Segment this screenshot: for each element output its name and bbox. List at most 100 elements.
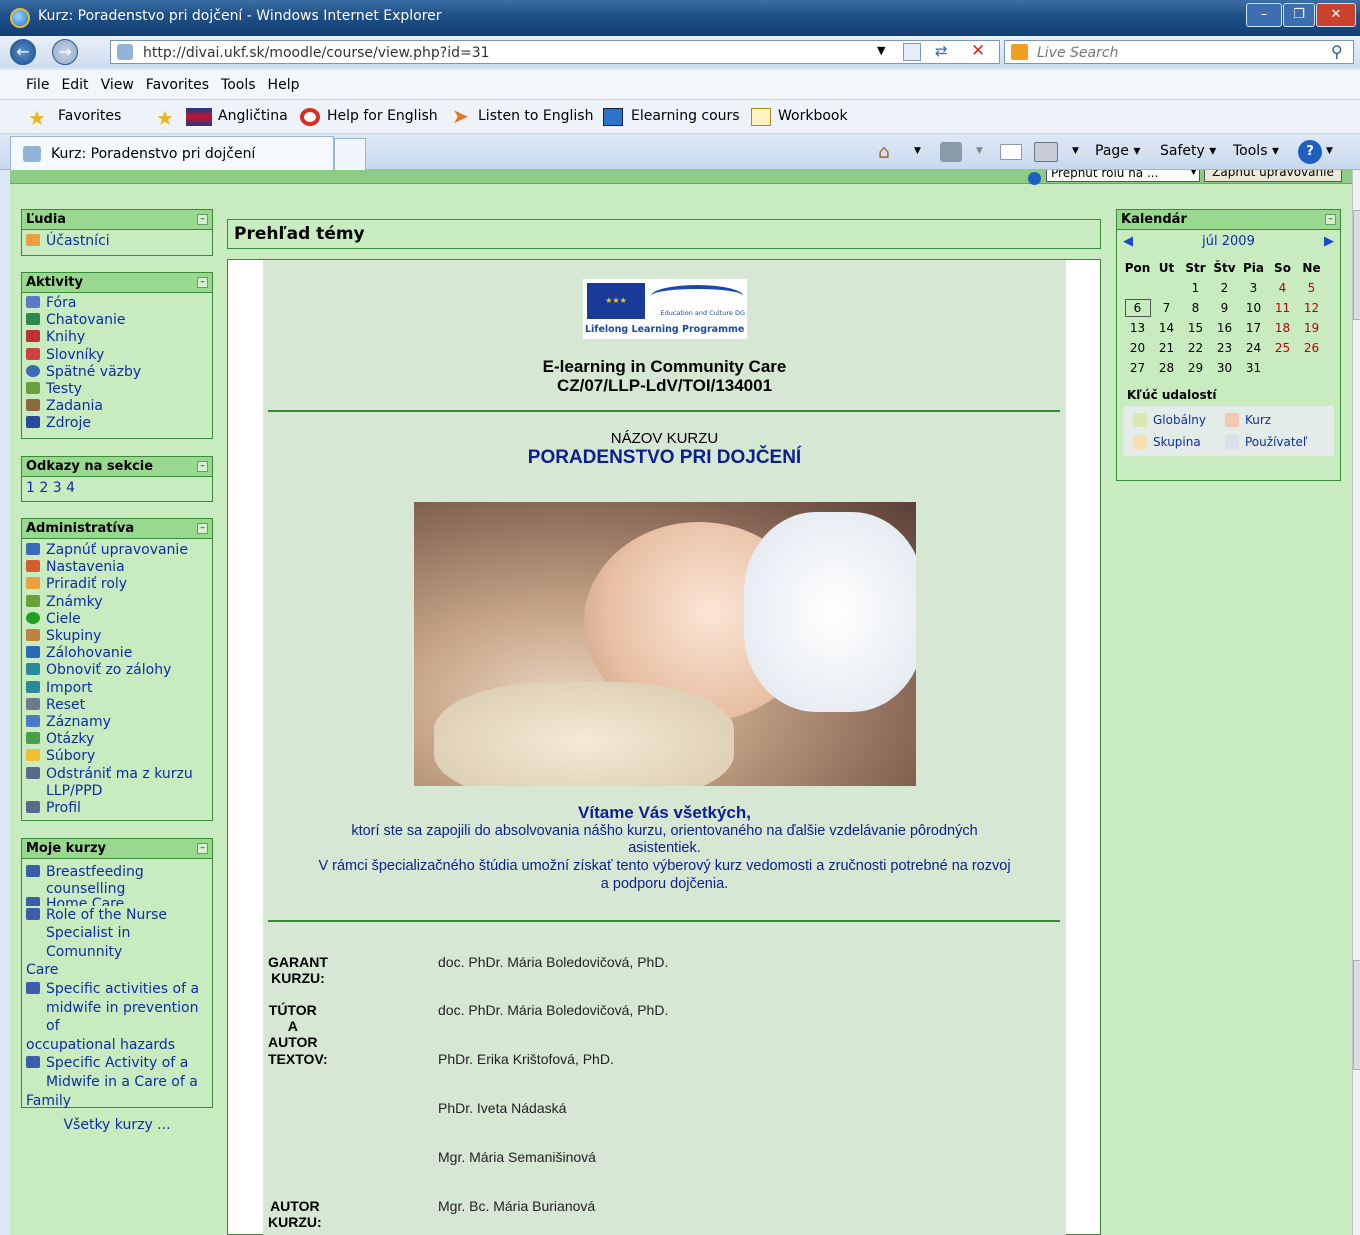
close-button[interactable]: ✕ <box>1316 3 1356 27</box>
scrollbar-thumb-lower[interactable] <box>1353 960 1360 1070</box>
calendar-day[interactable]: 15 <box>1181 318 1210 338</box>
collapse-icon[interactable]: – <box>197 461 208 472</box>
home-dropdown-icon[interactable]: ▼ <box>914 146 921 156</box>
calendar-day-weekend[interactable]: 25 <box>1268 338 1297 358</box>
collapse-icon[interactable]: – <box>197 277 208 288</box>
compat-view-icon[interactable] <box>903 43 921 61</box>
admin-link[interactable]: Obnoviť zo zálohy <box>26 662 208 679</box>
calendar-day-weekend[interactable]: 26 <box>1297 338 1326 358</box>
next-month-icon[interactable]: ▶ <box>1324 234 1334 249</box>
calendar-day-weekend[interactable]: 18 <box>1268 318 1297 338</box>
key-group[interactable]: Skupina <box>1133 435 1225 449</box>
page-menu[interactable]: Page ▾ <box>1095 143 1140 159</box>
menu-file[interactable]: File <box>20 70 55 93</box>
link-chatovanie[interactable]: Chatovanie <box>26 312 208 329</box>
calendar-day[interactable]: 16 <box>1210 318 1239 338</box>
calendar-day[interactable]: 22 <box>1181 338 1210 358</box>
key-user[interactable]: Používateľ <box>1225 435 1317 449</box>
menu-view[interactable]: View <box>95 70 140 93</box>
calendar-day-weekend[interactable]: 19 <box>1297 318 1326 338</box>
forward-button[interactable]: → <box>52 39 78 65</box>
my-course-link[interactable]: Role of the Nurse <box>26 906 208 925</box>
search-field[interactable]: Live Search ⚲ <box>1004 40 1354 64</box>
admin-link[interactable]: Otázky <box>26 731 208 748</box>
feeds-icon[interactable] <box>940 142 962 162</box>
calendar-day[interactable]: 9 <box>1210 298 1239 318</box>
maximize-button[interactable]: ❐ <box>1283 3 1315 27</box>
dropdown-icon[interactable]: ▼ <box>877 44 885 57</box>
calendar-day[interactable]: 13 <box>1123 318 1152 338</box>
key-course[interactable]: Kurz <box>1225 413 1317 427</box>
search-icon[interactable]: ⚲ <box>1331 42 1343 61</box>
calendar-day[interactable]: 1 <box>1181 278 1210 298</box>
add-favorite-icon[interactable]: ★ <box>156 106 174 130</box>
calendar-day[interactable]: 29 <box>1181 358 1210 378</box>
calendar-day-weekend[interactable]: 12 <box>1297 298 1326 318</box>
address-field[interactable]: http://divai.ukf.sk/moodle/course/view.p… <box>110 40 1000 64</box>
calendar-day-weekend[interactable]: 4 <box>1268 278 1297 298</box>
favorites-button[interactable]: Favorites <box>58 108 121 124</box>
feeds-dropdown-icon[interactable]: ▼ <box>976 146 983 156</box>
link-zdroje[interactable]: Zdroje <box>26 415 208 432</box>
admin-link[interactable]: Skupiny <box>26 628 208 645</box>
calendar-day[interactable]: 30 <box>1210 358 1239 378</box>
my-course-link-cont[interactable]: Family <box>26 1092 208 1111</box>
my-course-link-cont[interactable]: Midwife in a Care of a <box>26 1073 208 1092</box>
my-course-link-cont[interactable]: Care <box>26 961 208 980</box>
my-course-link[interactable]: Specific activities of a <box>26 980 208 999</box>
vertical-scrollbar[interactable] <box>1352 170 1360 1235</box>
link-knihy[interactable]: Knihy <box>26 329 208 346</box>
calendar-day[interactable]: 21 <box>1152 338 1181 358</box>
calendar-day-weekend[interactable]: 11 <box>1268 298 1297 318</box>
role-switch-select[interactable]: Prepnúť rolu na ... ▼ <box>1046 170 1200 182</box>
calendar-day[interactable]: 14 <box>1152 318 1181 338</box>
link-zadania[interactable]: Zadania <box>26 398 208 415</box>
admin-link[interactable]: Priradiť roly <box>26 576 208 593</box>
all-courses-link[interactable]: Všetky kurzy ... <box>26 1116 208 1135</box>
menu-edit[interactable]: Edit <box>55 70 94 93</box>
calendar-day[interactable]: 7 <box>1152 298 1181 318</box>
collapse-icon[interactable]: – <box>197 843 208 854</box>
link-fora[interactable]: Fóra <box>26 295 208 312</box>
calendar-day-today[interactable]: 6 <box>1123 298 1152 318</box>
tools-menu[interactable]: Tools ▾ <box>1233 143 1279 159</box>
refresh-icon[interactable]: ⇄ <box>935 42 948 60</box>
calendar-day[interactable]: 17 <box>1239 318 1268 338</box>
calendar-day[interactable]: 31 <box>1239 358 1268 378</box>
link-slovniky[interactable]: Slovníky <box>26 347 208 364</box>
calendar-day[interactable]: 8 <box>1181 298 1210 318</box>
my-course-link-cont[interactable]: Specialist in Comunnity <box>26 924 208 961</box>
help-icon[interactable]: ? <box>1298 140 1322 164</box>
prev-month-icon[interactable]: ◀ <box>1123 234 1133 249</box>
calendar-day[interactable]: 28 <box>1152 358 1181 378</box>
key-global[interactable]: Globálny <box>1133 413 1225 427</box>
admin-link[interactable]: Nastavenia <box>26 559 208 576</box>
admin-link[interactable]: Zálohovanie <box>26 645 208 662</box>
calendar-day[interactable]: 24 <box>1239 338 1268 358</box>
collapse-icon[interactable]: – <box>197 523 208 534</box>
calendar-day[interactable]: 27 <box>1123 358 1152 378</box>
tab-course[interactable]: Kurz: Poradenstvo pri dojčení <box>10 136 334 170</box>
admin-link-cont[interactable]: LLP/PPD <box>26 783 208 800</box>
stop-icon[interactable]: ✕ <box>971 41 985 61</box>
fav-link-anglictina[interactable]: Angličtina <box>218 108 288 124</box>
calendar-month[interactable]: júl 2009 <box>1202 234 1255 249</box>
my-course-link[interactable]: Home Care <box>26 896 208 906</box>
my-course-link-cont[interactable]: counselling <box>26 881 208 897</box>
edit-toggle-button[interactable]: Zapnúť upravovanie <box>1204 170 1342 182</box>
my-course-link-cont[interactable]: occupational hazards <box>26 1036 208 1055</box>
link-testy[interactable]: Testy <box>26 381 208 398</box>
admin-link[interactable]: Známky <box>26 594 208 611</box>
mail-icon[interactable] <box>1000 144 1022 160</box>
link-spatne-vazby[interactable]: Spätné väzby <box>26 364 208 381</box>
calendar-day-weekend[interactable]: 5 <box>1297 278 1326 298</box>
calendar-day[interactable]: 10 <box>1239 298 1268 318</box>
fav-link-workbook[interactable]: Workbook <box>778 108 848 124</box>
admin-link[interactable]: Súbory <box>26 748 208 765</box>
fav-link-help-for-english[interactable]: Help for English <box>327 108 438 124</box>
safety-menu[interactable]: Safety ▾ <box>1160 143 1216 159</box>
my-course-link-cont[interactable]: midwife in prevention of <box>26 999 208 1036</box>
link-ucastnici[interactable]: Účastníci <box>26 233 208 250</box>
menu-favorites[interactable]: Favorites <box>140 70 215 93</box>
role-help-icon[interactable] <box>1028 172 1041 185</box>
